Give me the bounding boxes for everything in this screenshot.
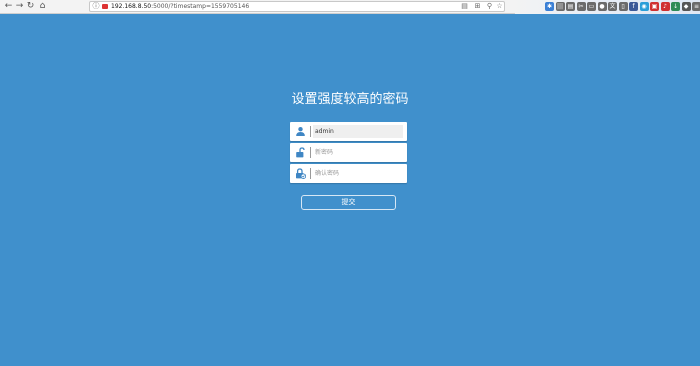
music-icon[interactable]: ♪ (660, 2, 670, 11)
confirm-password-field[interactable] (290, 164, 407, 183)
bookmark-icon[interactable]: ▭ (587, 2, 596, 11)
submit-button[interactable]: 提交 (301, 195, 396, 210)
username-input[interactable] (313, 125, 403, 138)
info-icon[interactable]: ⓘ (92, 2, 100, 11)
address-bar[interactable]: ⓘ 192.168.8.50:5000/?timestamp=155970514… (89, 1, 505, 12)
reload-icon[interactable]: ↻ (25, 1, 36, 12)
field-separator (310, 126, 311, 137)
translate-icon[interactable]: 文 (608, 2, 617, 11)
screenshot-icon[interactable]: ✂ (576, 2, 586, 11)
chat-icon[interactable]: ● (597, 2, 607, 11)
home-icon[interactable]: ⌂ (37, 1, 48, 12)
arrow-right-icon[interactable]: → (14, 1, 25, 12)
lock-check-icon (296, 168, 306, 179)
page-title: 设置强度较高的密码 (291, 92, 409, 107)
browser-toolbar: ← → ↻ ⌂ ⓘ 192.168.8.50:5000/?timestamp=1… (0, 0, 700, 14)
grid-icon[interactable]: ⊞ (473, 2, 482, 11)
field-separator (310, 147, 311, 158)
insecure-lock-icon[interactable] (102, 4, 108, 9)
user-icon (296, 127, 305, 136)
menu-icon[interactable]: ≡ (692, 2, 700, 11)
new-password-input[interactable] (313, 146, 403, 159)
shield-icon[interactable]: ◆ (681, 2, 691, 11)
reader-view-icon[interactable]: ▤ (566, 2, 575, 11)
confirm-password-input[interactable] (313, 167, 403, 180)
url-text[interactable]: 192.168.8.50:5000/?timestamp=1559705146 (111, 2, 249, 11)
star-icon[interactable]: ☆ (495, 2, 504, 11)
picture-icon[interactable]: ▣ (650, 2, 659, 11)
reader-icon[interactable]: ▤ (460, 2, 469, 11)
library-icon[interactable]: ||| (555, 2, 565, 11)
url-path: :5000/?timestamp=1559705146 (151, 3, 250, 10)
new-password-field[interactable] (290, 143, 407, 162)
extensions-area: ✱ ||| ▤ ✂ ▭ ● 文 ▯ f ◉ ▣ ♪ ↓ ◆ ≡ (515, 0, 700, 14)
bluetooth-icon[interactable]: ✱ (545, 2, 554, 11)
url-host: 192.168.8.50 (111, 3, 152, 10)
unlock-icon (296, 147, 305, 158)
username-field[interactable] (290, 122, 407, 141)
tag-icon[interactable]: ▯ (618, 2, 628, 11)
facebook-icon[interactable]: f (629, 2, 638, 11)
field-separator (310, 168, 311, 179)
recorder-icon[interactable]: ◉ (639, 2, 649, 11)
download-icon[interactable]: ↓ (671, 2, 680, 11)
arrow-left-icon[interactable]: ← (3, 1, 14, 12)
search-icon[interactable]: ⚲ (485, 2, 494, 11)
